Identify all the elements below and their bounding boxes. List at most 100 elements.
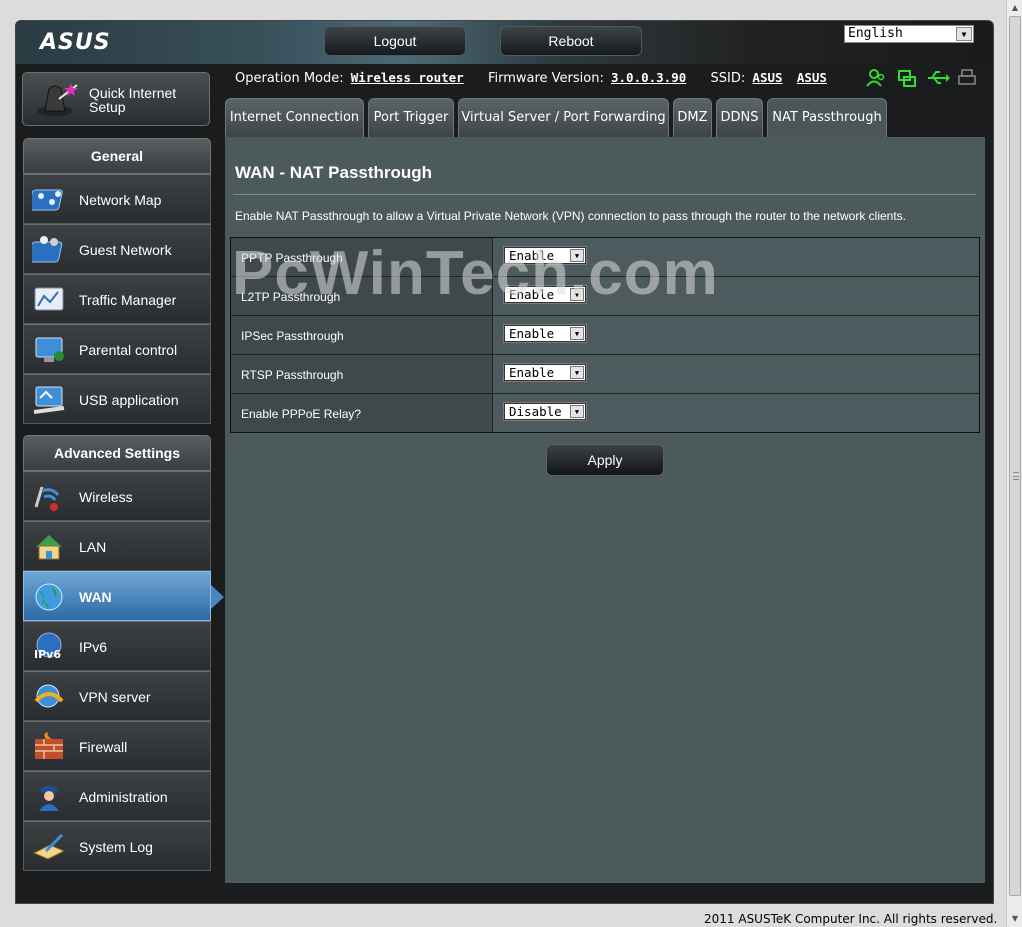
system-log-icon — [32, 833, 66, 860]
tab-ddns[interactable]: DDNS — [716, 98, 763, 137]
reboot-button[interactable]: Reboot — [500, 26, 642, 56]
clients-icon[interactable] — [866, 68, 886, 88]
sidebar-item-label: Administration — [79, 789, 168, 805]
quick-setup-line-2: Setup — [89, 99, 126, 115]
advanced-settings-section-header: Advanced Settings — [23, 435, 211, 471]
rtsp-passthrough-label: RTSP Passthrough — [241, 368, 344, 382]
page-description: Enable NAT Passthrough to allow a Virtua… — [235, 209, 907, 223]
sidebar-item-label: Traffic Manager — [79, 292, 177, 308]
ssid-label: SSID: — [710, 71, 746, 86]
quick-internet-setup-button[interactable]: Quick Internet Setup — [22, 72, 210, 126]
quick-setup-line-1: Quick Internet — [89, 85, 177, 101]
sidebar-item-administration[interactable]: Administration — [23, 771, 211, 821]
tab-virtual-server[interactable]: Virtual Server / Port Forwarding — [458, 98, 669, 137]
operation-mode-link[interactable]: Wireless router — [351, 70, 464, 85]
sidebar-item-label: System Log — [79, 839, 153, 855]
page-scrollbar[interactable]: ▲ ▼ — [1006, 0, 1022, 927]
scrollbar-thumb[interactable] — [1009, 16, 1021, 896]
chevron-down-icon: ▼ — [956, 27, 972, 41]
sidebar-item-ipv6[interactable]: IPv6 IPv6 — [23, 621, 211, 671]
table-row: RTSP Passthrough Enable ▼ — [231, 355, 979, 394]
quick-setup-label: Quick Internet Setup — [89, 86, 176, 114]
tab-internet-connection[interactable]: Internet Connection — [225, 98, 364, 137]
wireless-icon — [34, 486, 60, 511]
ipsec-passthrough-label: IPSec Passthrough — [241, 329, 344, 343]
administration-icon — [39, 785, 59, 811]
firmware-label: Firmware Version: — [487, 71, 604, 86]
settings-table: PPTP Passthrough Enable ▼ L2TP Passthroug… — [230, 237, 980, 433]
asus-logo: ASUS — [40, 30, 111, 55]
ssid-link-1[interactable]: ASUS — [752, 70, 782, 85]
table-row: Enable PPPoE Relay? Disable ▼ — [231, 394, 979, 433]
sidebar-item-wan[interactable]: WAN — [23, 571, 211, 621]
sidebar-item-lan[interactable]: LAN — [23, 521, 211, 571]
pptp-passthrough-select[interactable]: Enable ▼ — [503, 246, 587, 265]
select-value: Enable — [509, 365, 555, 380]
sidebar-item-label: USB application — [79, 392, 179, 408]
sidebar-item-label: Network Map — [79, 192, 162, 208]
apply-button[interactable]: Apply — [546, 444, 664, 476]
ipv6-icon: IPv6 — [34, 632, 62, 661]
sidebar-item-traffic-manager[interactable]: Traffic Manager — [23, 274, 211, 324]
table-row: IPSec Passthrough Enable ▼ — [231, 316, 979, 355]
sidebar-item-system-log[interactable]: System Log — [23, 821, 211, 871]
magic-wand-hat-icon — [37, 83, 78, 116]
general-section-header: General — [23, 138, 211, 174]
l2tp-passthrough-select[interactable]: Enable ▼ — [503, 285, 587, 304]
sidebar-item-label: Parental control — [79, 342, 178, 358]
scroll-down-arrow-icon[interactable]: ▼ — [1007, 911, 1022, 927]
sidebar-item-label: IPv6 — [79, 639, 108, 655]
parental-control-icon — [35, 337, 64, 362]
sidebar-item-label: WAN — [79, 589, 112, 605]
title-divider — [233, 194, 976, 195]
select-value: Enable — [509, 287, 555, 302]
pppoe-relay-select[interactable]: Disable ▼ — [503, 402, 587, 421]
sidebar-item-network-map[interactable]: Network Map — [23, 174, 211, 224]
rtsp-passthrough-select[interactable]: Enable ▼ — [503, 363, 587, 382]
network-icon[interactable] — [897, 69, 917, 89]
select-value: Enable — [509, 326, 555, 341]
sidebar-item-parental-control[interactable]: Parental control — [23, 324, 211, 374]
row-label-cell: Enable PPPoE Relay? — [231, 394, 493, 432]
lan-icon — [36, 535, 62, 560]
sidebar-item-guest-network[interactable]: Guest Network — [23, 224, 211, 274]
status-bar: Operation Mode: Wireless router Firmware… — [235, 70, 827, 86]
vpn-icon — [34, 684, 64, 708]
chevron-down-icon: ▼ — [570, 405, 584, 418]
sidebar-item-label: Firewall — [79, 739, 128, 755]
sidebar-item-label: Guest Network — [79, 242, 172, 258]
network-map-icon — [32, 189, 63, 211]
ipsec-passthrough-select[interactable]: Enable ▼ — [503, 324, 587, 343]
row-label-cell: RTSP Passthrough — [231, 355, 493, 393]
ssid-link-2[interactable]: ASUS — [797, 70, 827, 85]
chevron-down-icon: ▼ — [570, 366, 584, 379]
tab-port-trigger[interactable]: Port Trigger — [368, 98, 454, 137]
table-row: PPTP Passthrough Enable ▼ — [231, 238, 979, 277]
chevron-down-icon: ▼ — [570, 288, 584, 301]
tab-nat-passthrough[interactable]: NAT Passthrough — [767, 98, 887, 137]
row-label-cell: PPTP Passthrough — [231, 238, 493, 276]
sidebar-item-usb-application[interactable]: USB application — [23, 374, 211, 424]
printer-icon[interactable] — [958, 69, 976, 87]
scrollbar-grip-icon — [1013, 472, 1019, 480]
tab-dmz[interactable]: DMZ — [673, 98, 712, 137]
firmware-version-link[interactable]: 3.0.0.3.90 — [611, 70, 686, 85]
pptp-passthrough-label: PPTP Passthrough — [241, 251, 343, 265]
row-label-cell: L2TP Passthrough — [231, 277, 493, 315]
sidebar-item-firewall[interactable]: Firewall — [23, 721, 211, 771]
chevron-down-icon: ▼ — [570, 327, 584, 340]
table-row: L2TP Passthrough Enable ▼ — [231, 277, 979, 316]
logout-button[interactable]: Logout — [324, 26, 466, 56]
language-value: English — [848, 26, 903, 41]
sidebar-item-label: VPN server — [79, 689, 151, 705]
active-item-pointer-icon — [211, 585, 224, 609]
select-value: Disable — [509, 404, 562, 419]
pppoe-relay-label: Enable PPPoE Relay? — [241, 407, 362, 421]
sidebar-item-wireless[interactable]: Wireless — [23, 471, 211, 521]
sidebar-item-vpn-server[interactable]: VPN server — [23, 671, 211, 721]
language-select[interactable]: English ▼ — [844, 25, 974, 43]
copyright-footer: 2011 ASUSTeK Computer Inc. All rights re… — [704, 912, 998, 926]
sidebar-item-label: LAN — [79, 539, 107, 555]
scroll-up-arrow-icon[interactable]: ▲ — [1007, 0, 1022, 16]
usb-icon[interactable] — [926, 68, 950, 88]
